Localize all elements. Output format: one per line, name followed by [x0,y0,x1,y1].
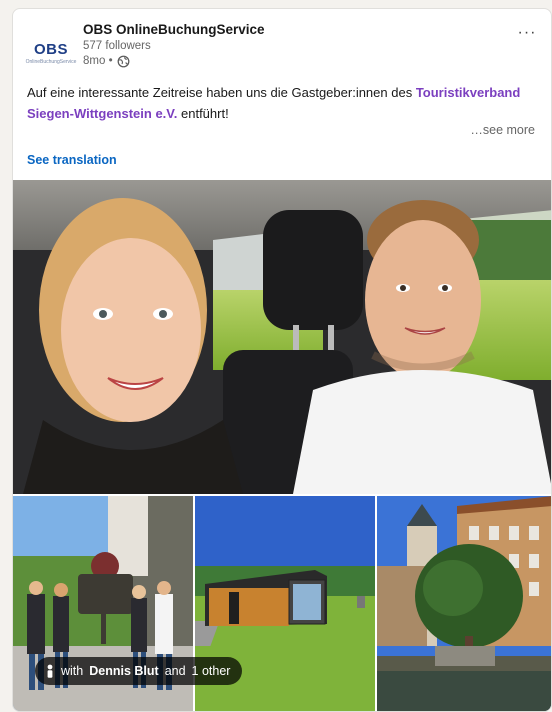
commentary-text-before: Auf eine interessante Zeitreise haben un… [27,85,416,100]
commentary-text-after: entführt! [177,106,229,121]
logo-text: OBS [33,41,68,58]
actor-name[interactable]: OBS OnlineBuchungService [83,21,265,39]
tagged-people-chip[interactable]: with Dennis Blut and 1 other [35,657,243,685]
tag-person-name[interactable]: Dennis Blut [89,664,158,678]
post-time: 8mo • [83,55,113,67]
logo-subtext: OnlineBuchungService [25,59,77,65]
company-logo[interactable]: OBS OnlineBuchungService [25,29,77,77]
castle-with-tree-photo[interactable] [377,496,551,711]
see-translation-button[interactable]: See translation [27,153,117,167]
post-commentary: Auf eine interessante Zeitreise haben un… [27,82,537,124]
tag-joiner: and [164,664,186,678]
tag-others[interactable]: 1 other [192,664,231,678]
tag-prefix: with [61,664,84,678]
actor-info: OBS OnlineBuchungService 577 followers 8… [83,21,265,69]
post-meta: 8mo • [83,54,265,69]
follower-count: 577 followers [83,40,151,52]
more-options-button[interactable]: ··· [515,23,539,43]
see-more-button[interactable]: …see more [470,123,535,137]
person-icon [47,664,53,678]
globe-icon [117,55,130,68]
castle-illustration [377,496,551,711]
post-header: OBS OnlineBuchungService OBS OnlineBuchu… [25,21,539,81]
selfie-in-car-photo[interactable] [13,180,551,494]
feed-post-card: OBS OnlineBuchungService OBS OnlineBuchu… [12,8,552,712]
selfie-illustration [13,180,551,494]
